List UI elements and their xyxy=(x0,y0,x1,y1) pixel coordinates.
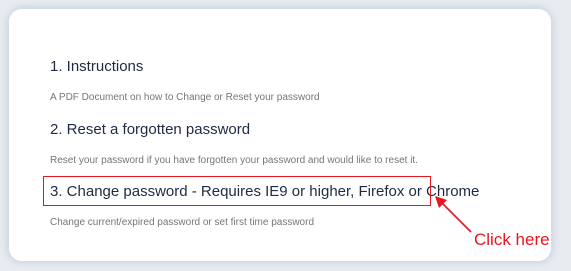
change-password-description: Change current/expired password or set f… xyxy=(50,217,315,228)
instructions-description: A PDF Document on how to Change or Reset… xyxy=(50,92,320,103)
instructions-link[interactable]: 1. Instructions xyxy=(50,58,143,75)
reset-password-link[interactable]: 2. Reset a forgotten password xyxy=(50,121,250,138)
change-password-link[interactable]: 3. Change password - Requires IE9 or hig… xyxy=(50,183,479,200)
click-here-callout: Click here xyxy=(474,230,550,249)
reset-password-description: Reset your password if you have forgotte… xyxy=(50,155,418,166)
